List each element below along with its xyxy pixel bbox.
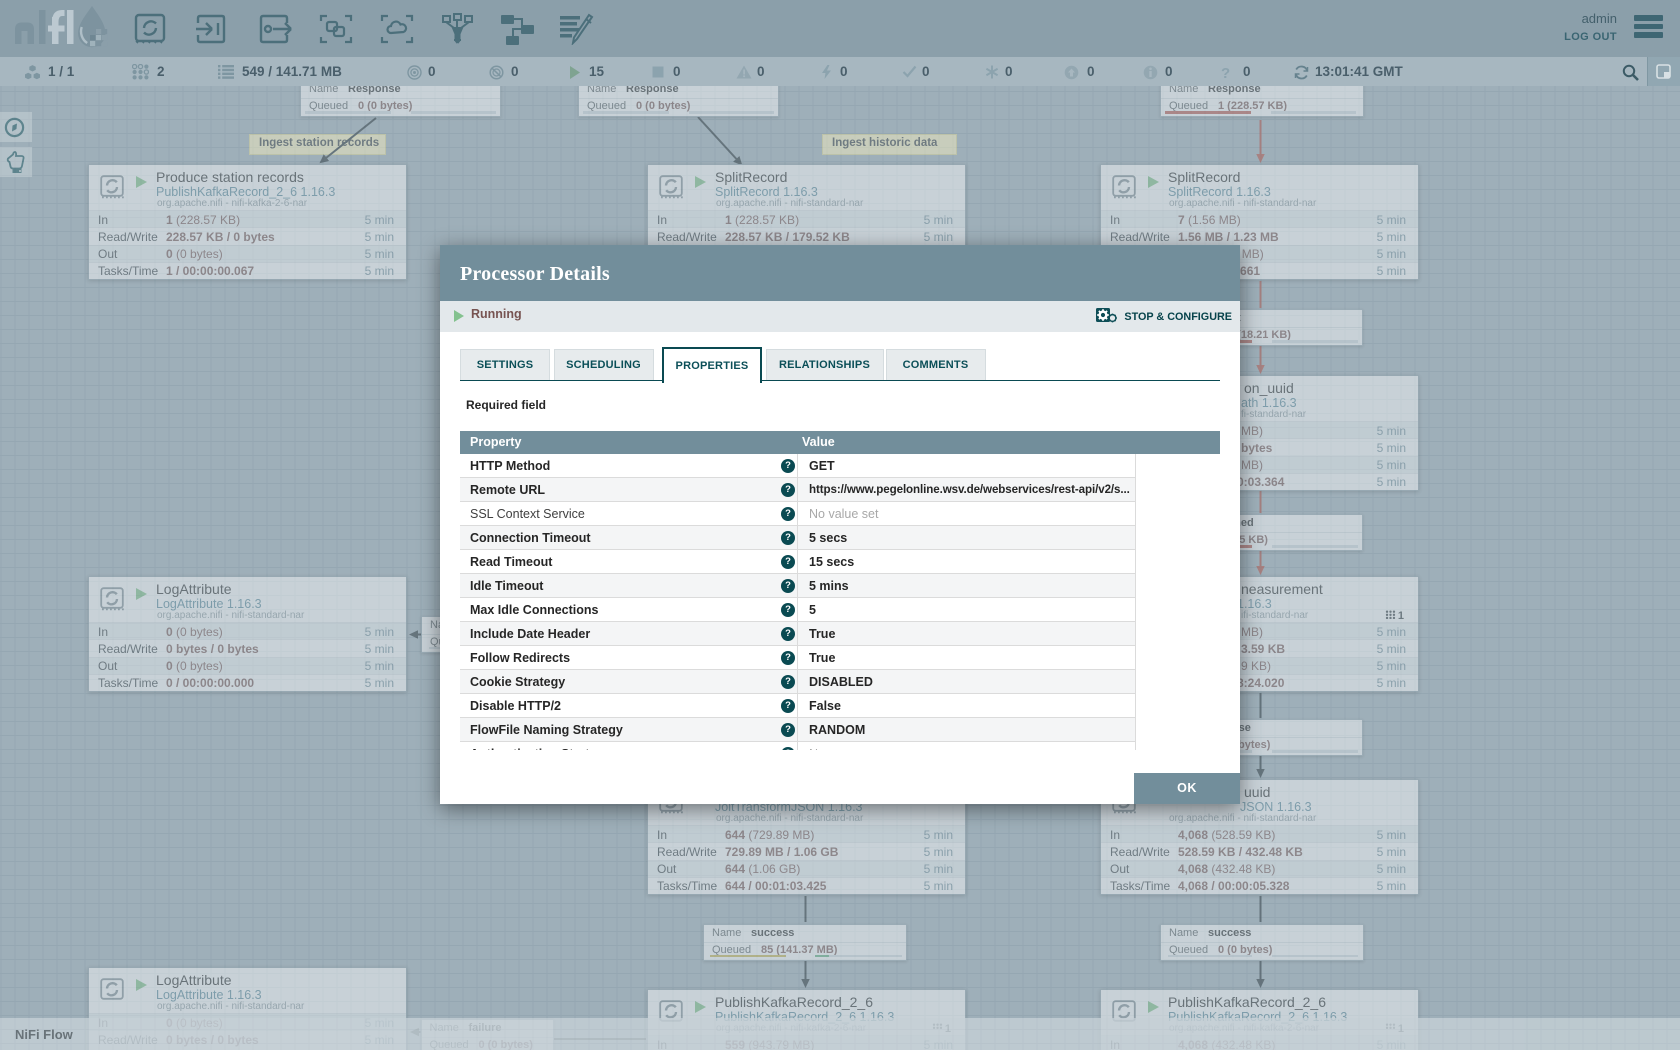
- svg-text:?: ?: [1221, 65, 1230, 80]
